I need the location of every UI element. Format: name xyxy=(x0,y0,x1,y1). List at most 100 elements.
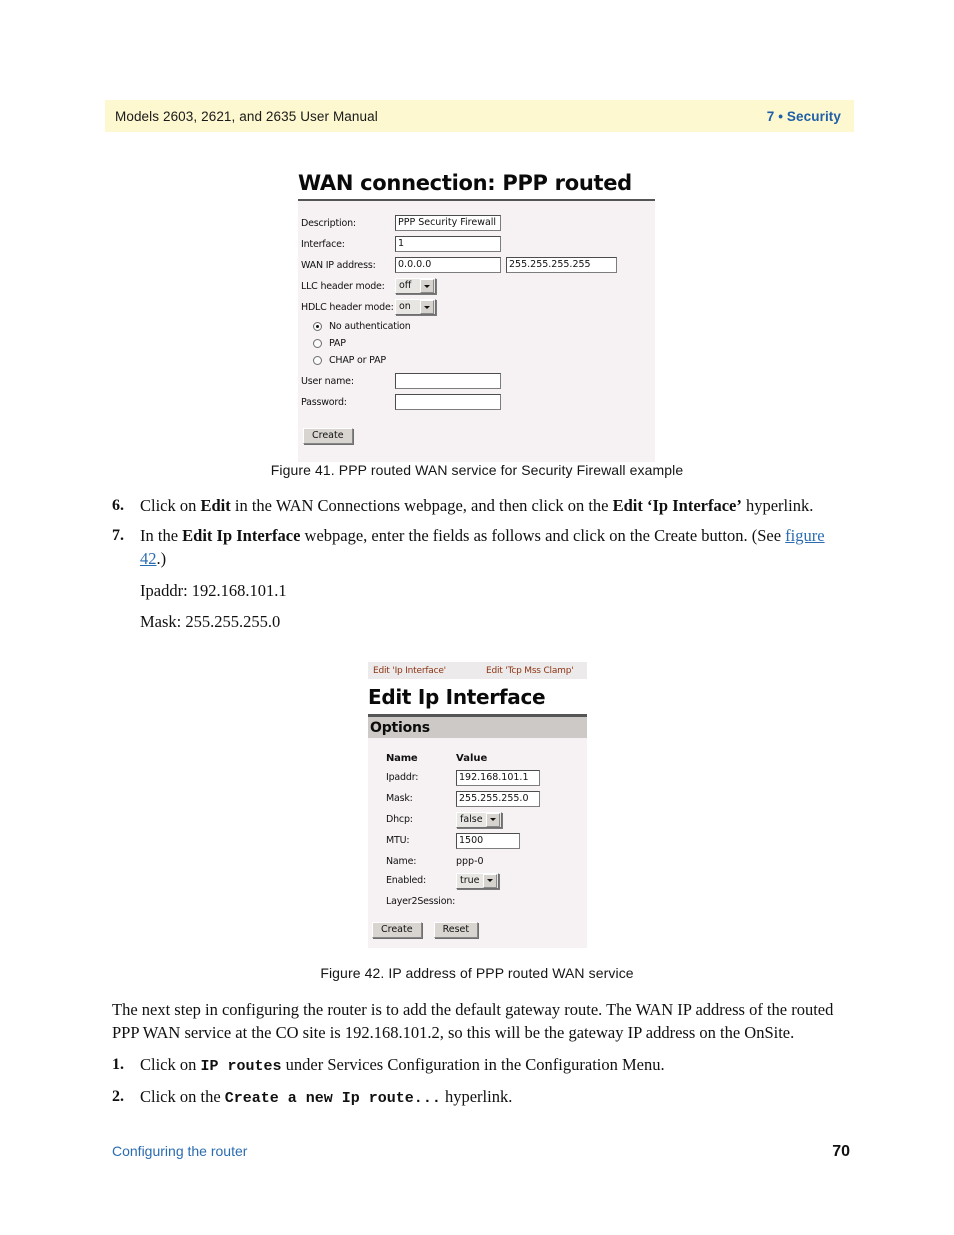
tab-edit-ip-interface[interactable]: Edit 'Ip Interface' xyxy=(368,662,481,679)
enabled-select[interactable]: true xyxy=(456,872,499,889)
list-item-2-text: Click on the Create a new Ip route... hy… xyxy=(140,1085,850,1110)
wan-mask-input[interactable]: 255.255.255.255 xyxy=(506,257,617,274)
llc-header-mode-select[interactable]: off xyxy=(395,278,436,295)
chevron-down-icon[interactable] xyxy=(485,812,500,827)
radio-label-no-authentication: No authentication xyxy=(329,321,411,333)
wan-ip-input[interactable]: 0.0.0.0 xyxy=(395,257,501,274)
column-header-value: Value xyxy=(456,753,488,764)
llc-header-mode-value: off xyxy=(399,280,412,292)
reset-button[interactable]: Reset xyxy=(433,922,479,938)
create-button[interactable]: Create xyxy=(372,922,422,938)
li6-part-b: in the WAN Connections webpage, and then… xyxy=(230,496,613,515)
form-row-password: Password: xyxy=(301,392,655,412)
hdlc-header-mode-select[interactable]: on xyxy=(395,299,436,316)
chevron-down-icon[interactable] xyxy=(420,300,434,315)
figure-41-caption: Figure 41. PPP routed WAN service for Se… xyxy=(270,462,684,478)
steps-upper: 6. Click on Edit in the WAN Connections … xyxy=(112,494,850,633)
interface-label: Interface: xyxy=(301,238,345,250)
llc-header-mode-label: LLC header mode: xyxy=(301,280,385,292)
password-input[interactable] xyxy=(395,394,501,411)
form-row-wan-ip: WAN IP address: 0.0.0.0 255.255.255.255 xyxy=(301,255,655,275)
ipaddr-input[interactable]: 192.168.101.1 xyxy=(456,769,540,786)
form-row-name: Name: ppp-0 xyxy=(368,852,587,871)
li6-part-a: Click on xyxy=(140,496,201,515)
list-item-7-text: In the Edit Ip Interface webpage, enter … xyxy=(140,524,850,570)
mask-input[interactable]: 255.255.255.0 xyxy=(456,790,540,807)
lower-content: The next step in configuring the router … xyxy=(112,998,850,1110)
list-item-1-text: Click on IP routes under Services Config… xyxy=(140,1053,850,1078)
mtu-input[interactable]: 1500 xyxy=(456,832,520,849)
footer-page-number: 70 xyxy=(832,1143,850,1160)
form-row-ipaddr: Ipaddr: 192.168.101.1 xyxy=(368,768,587,787)
list-item-2: 2. Click on the Create a new Ip route...… xyxy=(112,1085,850,1110)
form-row-dhcp: Dhcp: false xyxy=(368,810,587,829)
form-row-llc-header-mode: LLC header mode: off xyxy=(301,276,655,296)
radio-option-no-authentication[interactable]: No authentication xyxy=(301,318,655,335)
mask-label: Mask: xyxy=(386,793,413,804)
radio-option-pap[interactable]: PAP xyxy=(301,335,655,352)
description-input[interactable]: PPP Security Firewall xyxy=(395,215,501,232)
username-label: User name: xyxy=(301,375,354,387)
figure-42-title: Edit Ip Interface xyxy=(368,685,546,709)
layer2session-label: Layer2Session: xyxy=(386,896,456,907)
options-section-header: Options xyxy=(368,717,587,738)
figure-42-button-row: Create Reset xyxy=(368,911,587,938)
page-footer: Configuring the router 70 xyxy=(112,1143,850,1161)
list-item-1: 1. Click on IP routes under Services Con… xyxy=(112,1053,850,1078)
chevron-down-icon[interactable] xyxy=(482,873,497,888)
page-header: Models 2603, 2621, and 2635 User Manual … xyxy=(105,100,854,132)
form-row-interface: Interface: 1 xyxy=(301,234,655,254)
hdlc-header-mode-label: HDLC header mode: xyxy=(301,301,394,313)
wan-ip-label: WAN IP address: xyxy=(301,259,376,271)
column-header-name: Name xyxy=(386,753,418,764)
radio-label-chap-or-pap: CHAP or PAP xyxy=(329,355,386,367)
form-row-hdlc-header-mode: HDLC header mode: on xyxy=(301,297,655,317)
radio-option-chap-or-pap[interactable]: CHAP or PAP xyxy=(301,352,655,369)
li7-part-b: webpage, enter the fields as follows and… xyxy=(300,526,786,545)
li2-part-b: hyperlink. xyxy=(440,1087,513,1106)
interface-input[interactable]: 1 xyxy=(395,236,501,253)
figure-41-form: Description: PPP Security Firewall Inter… xyxy=(298,201,655,463)
li2-mono-create-ip-route: Create a new Ip route... xyxy=(224,1090,441,1107)
list-item-6-number: 6. xyxy=(112,497,124,514)
list-item-2-number: 2. xyxy=(112,1088,124,1105)
radio-label-pap: PAP xyxy=(329,338,346,350)
chevron-down-icon[interactable] xyxy=(420,279,434,294)
figure-41-title: WAN connection: PPP routed xyxy=(298,171,632,195)
dhcp-select[interactable]: false xyxy=(456,811,502,828)
li2-part-a: Click on the xyxy=(140,1087,225,1106)
li1-part-a: Click on xyxy=(140,1055,201,1074)
create-button[interactable]: Create xyxy=(303,428,353,445)
li1-mono-ip-routes: IP routes xyxy=(200,1058,282,1075)
figure-42-tab-bar: Edit 'Ip Interface' Edit 'Tcp Mss Clamp' xyxy=(368,662,587,679)
form-row-description: Description: PPP Security Firewall xyxy=(301,213,655,233)
manual-title: Models 2603, 2621, and 2635 User Manual xyxy=(115,108,378,124)
li1-part-b: under Services Configuration in the Conf… xyxy=(281,1055,665,1074)
radio-icon-selected[interactable] xyxy=(313,322,322,332)
form-row-enabled: Enabled: true xyxy=(368,871,587,890)
username-input[interactable] xyxy=(395,373,501,390)
name-value: ppp-0 xyxy=(456,856,484,867)
figure-42-edit-ip-interface: Edit 'Ip Interface' Edit 'Tcp Mss Clamp'… xyxy=(368,662,587,948)
tab-edit-tcp-mss-clamp[interactable]: Edit 'Tcp Mss Clamp' xyxy=(481,662,587,679)
name-label: Name: xyxy=(386,856,417,867)
list-item-7: 7. In the Edit Ip Interface webpage, ent… xyxy=(112,524,850,570)
gateway-paragraph: The next step in configuring the router … xyxy=(112,1000,834,1042)
form-row-mask: Mask: 255.255.255.0 xyxy=(368,789,587,808)
li7-bold-edit-ip-interface: Edit Ip Interface xyxy=(182,526,301,545)
figure-42-caption: Figure 42. IP address of PPP routed WAN … xyxy=(320,965,634,981)
password-label: Password: xyxy=(301,396,347,408)
figure-41-wan-connection: WAN connection: PPP routed Description: … xyxy=(298,171,655,463)
mtu-label: MTU: xyxy=(386,835,410,846)
radio-icon[interactable] xyxy=(313,356,322,366)
enabled-label: Enabled: xyxy=(386,875,426,886)
column-header-row: Name Value xyxy=(368,749,587,768)
li6-part-c: hyperlink. xyxy=(741,496,814,515)
list-item-7-number: 7. xyxy=(112,527,124,544)
hdlc-header-mode-value: on xyxy=(399,301,411,313)
list-item-6: 6. Click on Edit in the WAN Connections … xyxy=(112,494,850,517)
figure-42-form: Name Value Ipaddr: 192.168.101.1 Mask: 2… xyxy=(368,738,587,948)
enabled-value: true xyxy=(460,874,480,886)
radio-icon[interactable] xyxy=(313,339,322,349)
li6-bold-ip-interface: Edit ‘Ip Interface’ xyxy=(612,496,742,515)
